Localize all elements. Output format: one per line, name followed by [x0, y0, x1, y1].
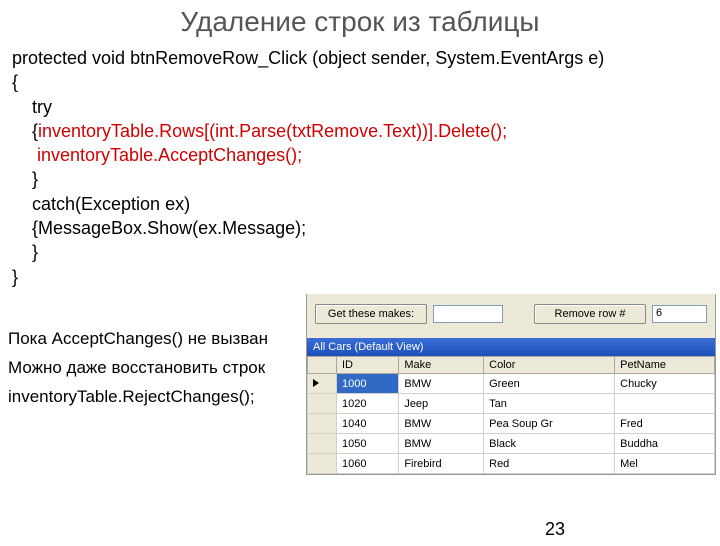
cell[interactable]: 1040 [337, 414, 399, 434]
remove-row-button[interactable]: Remove row # [534, 304, 646, 324]
cell[interactable]: 1060 [337, 454, 399, 474]
code-line: inventoryTable.AcceptChanges(); [12, 143, 720, 167]
cell[interactable]: Red [484, 454, 615, 474]
code-block: protected void btnRemoveRow_Click (objec… [0, 46, 720, 289]
code-line: {MessageBox.Show(ex.Message); [12, 216, 720, 240]
data-table: ID Make Color PetName 1000 BMW Green Chu… [307, 356, 715, 474]
cell[interactable] [615, 394, 715, 414]
remove-row-input[interactable]: 6 [652, 305, 707, 323]
code-line: try [12, 95, 720, 119]
table-row[interactable]: 1050 BMW Black Buddha [308, 434, 715, 454]
table-header-row: ID Make Color PetName [308, 357, 715, 374]
cell[interactable]: 1000 [337, 374, 399, 394]
page-number: 23 [545, 519, 565, 540]
column-header[interactable]: Color [484, 357, 615, 374]
table-row[interactable]: 1040 BMW Pea Soup Gr Fred [308, 414, 715, 434]
cell[interactable]: Black [484, 434, 615, 454]
code-line: protected void btnRemoveRow_Click (objec… [12, 46, 720, 70]
cell[interactable]: Fred [615, 414, 715, 434]
code-line: } [12, 167, 720, 191]
slide-title: Удаление строк из таблицы [0, 6, 720, 38]
arrow-right-icon [313, 379, 319, 387]
cell[interactable]: 1050 [337, 434, 399, 454]
code-line: } [12, 265, 720, 289]
cell[interactable]: BMW [399, 374, 484, 394]
cell[interactable]: Buddha [615, 434, 715, 454]
cell[interactable]: Pea Soup Gr [484, 414, 615, 434]
cell[interactable]: Chucky [615, 374, 715, 394]
toolbar: Get these makes: Remove row # 6 [307, 294, 715, 338]
row-indicator [308, 374, 337, 394]
get-makes-button[interactable]: Get these makes: [315, 304, 427, 324]
column-header[interactable]: PetName [615, 357, 715, 374]
column-header[interactable]: ID [337, 357, 399, 374]
cell[interactable]: 1020 [337, 394, 399, 414]
table-row[interactable]: 1060 Firebird Red Mel [308, 454, 715, 474]
makes-input[interactable] [433, 305, 503, 323]
cell[interactable]: Firebird [399, 454, 484, 474]
code-line: catch(Exception ex) [12, 192, 720, 216]
cell[interactable]: Green [484, 374, 615, 394]
column-header[interactable]: Make [399, 357, 484, 374]
cell[interactable]: BMW [399, 434, 484, 454]
cell[interactable]: Tan [484, 394, 615, 414]
code-line: {inventoryTable.Rows[(int.Parse(txtRemov… [12, 119, 720, 143]
cell[interactable]: Jeep [399, 394, 484, 414]
table-row[interactable]: 1000 BMW Green Chucky [308, 374, 715, 394]
table-title: All Cars (Default View) [307, 338, 715, 356]
app-screenshot: Get these makes: Remove row # 6 All Cars… [306, 294, 716, 475]
cell[interactable]: BMW [399, 414, 484, 434]
table-row[interactable]: 1020 Jeep Tan [308, 394, 715, 414]
code-line: { [12, 70, 720, 94]
cell[interactable]: Mel [615, 454, 715, 474]
code-line: } [12, 240, 720, 264]
